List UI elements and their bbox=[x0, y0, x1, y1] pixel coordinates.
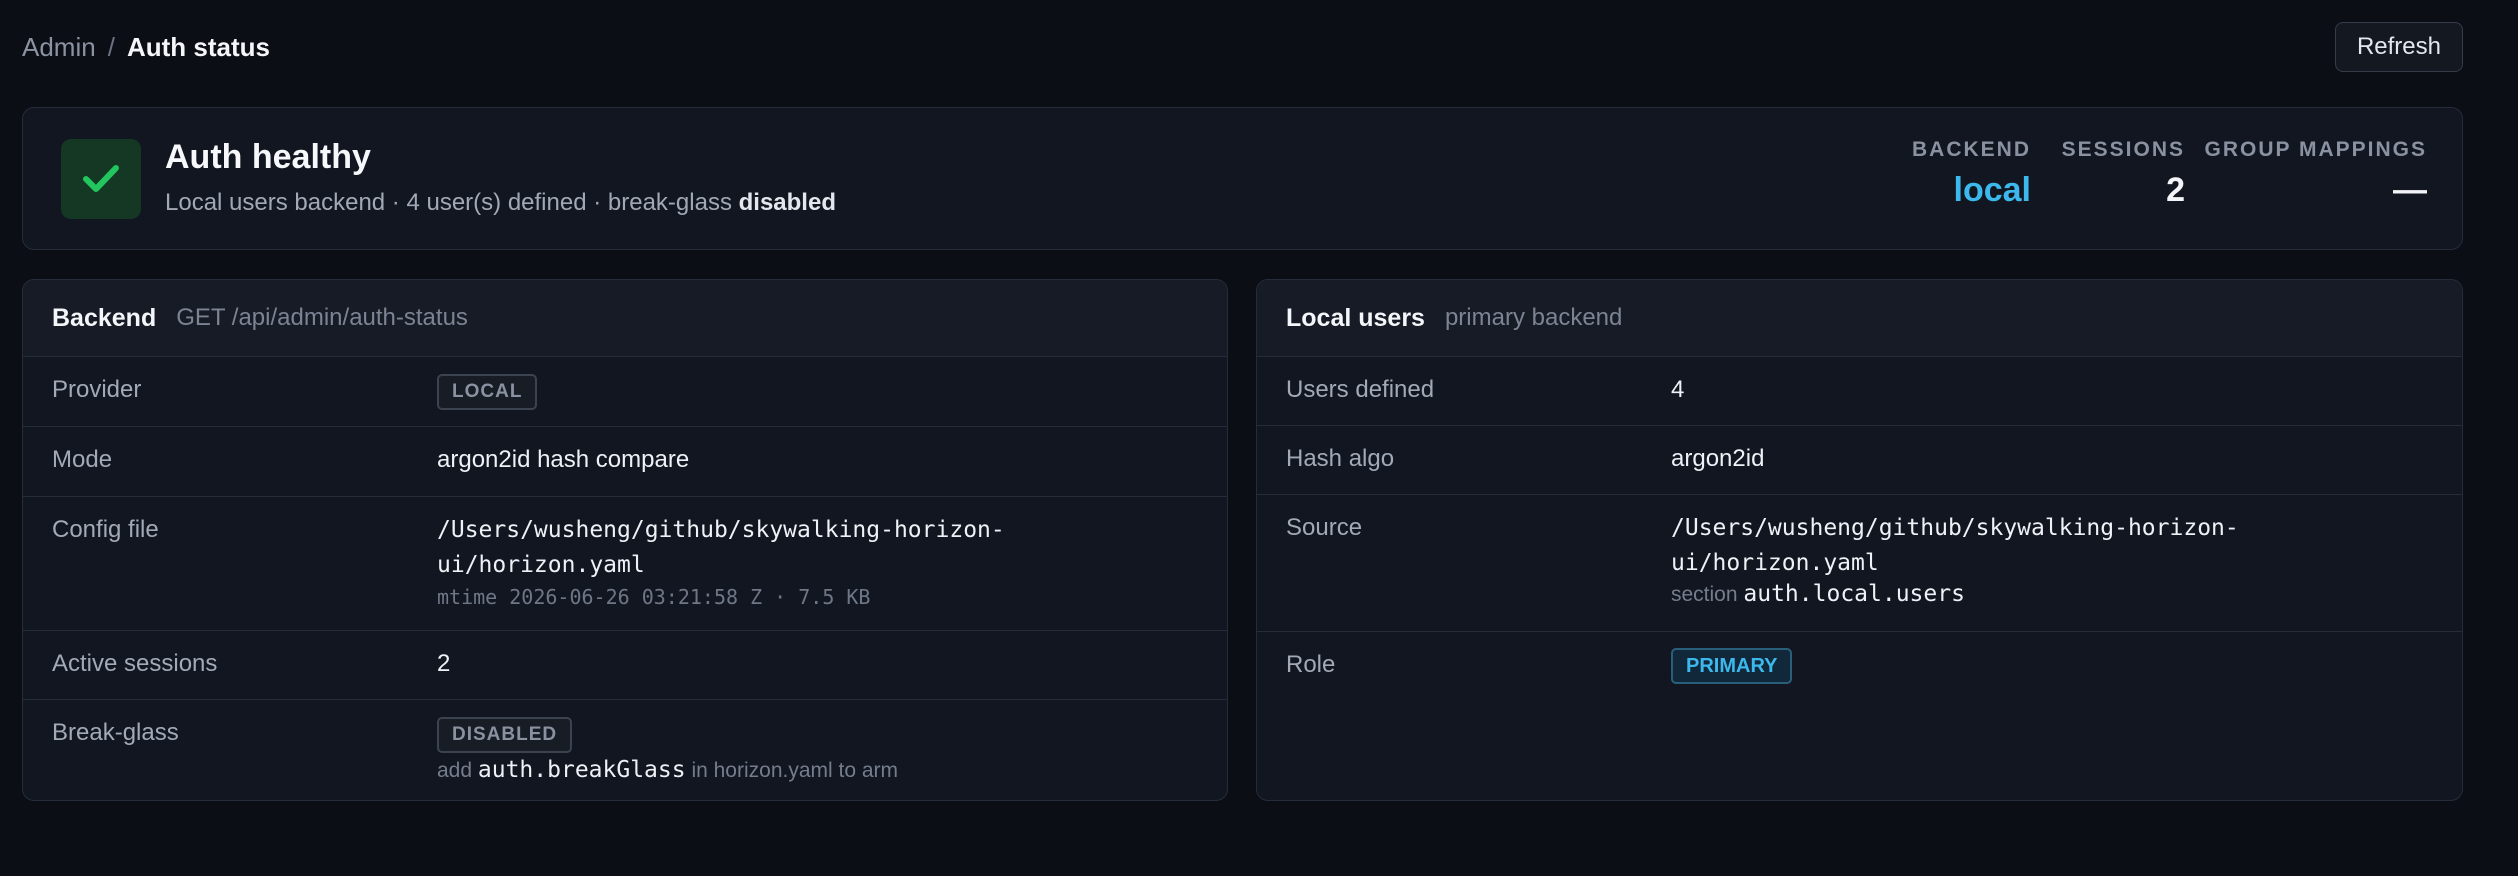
mode-value: argon2id hash compare bbox=[437, 446, 690, 473]
banner-subtitle-text: Local users backend · 4 user(s) defined … bbox=[165, 189, 732, 216]
users-defined-value: 4 bbox=[1671, 376, 1685, 403]
role-value: PRIMARY bbox=[1671, 648, 1793, 684]
local-users-panel: Local users primary backend Users define… bbox=[1256, 279, 2463, 801]
hash-algo-label: Hash algo bbox=[1286, 445, 1395, 472]
source-path-line1: /Users/wusheng/github/skywalking-horizon… bbox=[1671, 515, 2239, 541]
role-row: Role PRIMARY bbox=[1257, 632, 2462, 792]
stat-backend-label: BACKEND bbox=[1912, 138, 2031, 161]
provider-label: Provider bbox=[52, 376, 142, 403]
source-path-line2: ui/horizon.yaml bbox=[1671, 550, 1879, 576]
break-glass-hint-prefix: add bbox=[437, 759, 473, 782]
breadcrumb: Admin / Auth status bbox=[22, 32, 270, 63]
break-glass-label: Break-glass bbox=[52, 719, 179, 746]
provider-value: LOCAL bbox=[437, 374, 538, 410]
check-icon bbox=[61, 139, 141, 219]
local-users-panel-subtitle: primary backend bbox=[1444, 304, 1623, 331]
local-users-panel-header: Local users primary backend bbox=[1257, 280, 2462, 357]
active-sessions-label: Active sessions bbox=[52, 650, 218, 677]
hash-algo-value: argon2id bbox=[1671, 445, 1765, 472]
break-glass-row: Break-glass DISABLED add auth.breakGlass… bbox=[23, 700, 1227, 800]
auth-health-banner: Auth healthy Local users backend · 4 use… bbox=[22, 107, 2463, 250]
local-users-panel-title: Local users bbox=[1286, 303, 1425, 332]
breadcrumb-admin-link[interactable]: Admin bbox=[22, 32, 96, 63]
top-bar: Admin / Auth status Refresh bbox=[22, 22, 2463, 72]
stat-sessions: SESSIONS 2 bbox=[2043, 138, 2185, 208]
breadcrumb-separator: / bbox=[107, 31, 115, 62]
source-section: section auth.local.users bbox=[1671, 581, 2239, 607]
users-defined-row: Users defined 4 bbox=[1257, 357, 2462, 426]
role-badge: PRIMARY bbox=[1671, 648, 1793, 684]
stat-group-mappings: GROUP MAPPINGS — bbox=[2203, 138, 2427, 208]
stat-sessions-label: SESSIONS bbox=[2061, 138, 2185, 161]
stat-group-mappings-value: — bbox=[2393, 171, 2427, 209]
config-file-label: Config file bbox=[52, 516, 159, 543]
source-section-value: auth.local.users bbox=[1743, 581, 1965, 607]
config-file-value: /Users/wusheng/github/skywalking-horizon… bbox=[437, 513, 1005, 609]
users-defined-label: Users defined bbox=[1286, 376, 1435, 403]
config-file-row: Config file /Users/wusheng/github/skywal… bbox=[23, 497, 1227, 631]
active-sessions-row: Active sessions 2 bbox=[23, 631, 1227, 700]
stat-sessions-value: 2 bbox=[2166, 171, 2185, 209]
config-file-meta: mtime 2026-06-26 03:21:58 Z · 7.5 KB bbox=[437, 585, 871, 609]
source-label: Source bbox=[1286, 514, 1363, 541]
mode-row: Mode argon2id hash compare bbox=[23, 427, 1227, 497]
breadcrumb-current: Auth status bbox=[126, 31, 270, 62]
check-icon-glyph bbox=[83, 165, 119, 192]
break-glass-value: DISABLED add auth.breakGlass in horizon.… bbox=[437, 717, 898, 783]
break-glass-state: disabled bbox=[738, 189, 836, 216]
stat-backend-value: local bbox=[1953, 171, 2031, 209]
backend-panel-header: Backend GET /api/admin/auth-status bbox=[23, 280, 1227, 357]
source-value: /Users/wusheng/github/skywalking-horizon… bbox=[1671, 511, 2239, 607]
config-file-path-line1: /Users/wusheng/github/skywalking-horizon… bbox=[437, 517, 1005, 543]
provider-row: Provider LOCAL bbox=[23, 357, 1227, 427]
break-glass-badge: DISABLED bbox=[437, 717, 573, 753]
backend-panel-title: Backend bbox=[52, 303, 157, 332]
hash-algo-row: Hash algo argon2id bbox=[1257, 426, 2462, 495]
break-glass-hint: add auth.breakGlass in horizon.yaml to a… bbox=[437, 757, 898, 783]
backend-panel-endpoint: GET /api/admin/auth-status bbox=[176, 304, 468, 331]
stat-backend: BACKEND local bbox=[1861, 138, 2031, 208]
break-glass-hint-code: auth.breakGlass bbox=[477, 757, 686, 783]
break-glass-hint-suffix: in horizon.yaml to arm bbox=[691, 759, 899, 782]
mode-label: Mode bbox=[52, 446, 113, 473]
backend-panel: Backend GET /api/admin/auth-status Provi… bbox=[22, 279, 1228, 801]
source-row: Source /Users/wusheng/github/skywalking-… bbox=[1257, 495, 2462, 632]
stat-group-mappings-label: GROUP MAPPINGS bbox=[2204, 138, 2427, 161]
active-sessions-value: 2 bbox=[437, 650, 451, 677]
role-label: Role bbox=[1286, 651, 1336, 678]
source-section-label: section bbox=[1671, 583, 1738, 606]
banner-subtitle: Local users backend · 4 user(s) defined … bbox=[165, 189, 836, 217]
config-file-path-line2: ui/horizon.yaml bbox=[437, 552, 645, 578]
provider-badge: LOCAL bbox=[437, 374, 538, 410]
banner-title: Auth healthy bbox=[165, 138, 371, 176]
refresh-button[interactable]: Refresh bbox=[2334, 22, 2463, 72]
